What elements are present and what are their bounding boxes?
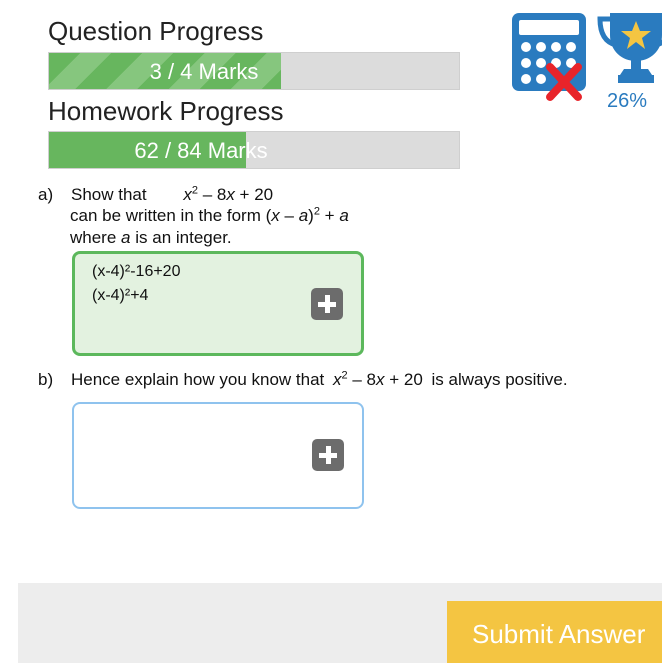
part-a-expression: x2 – 8x + 20 bbox=[183, 184, 274, 204]
calculator-not-allowed-icon bbox=[510, 11, 590, 105]
part-b-text-prefix: Hence explain how you know that bbox=[71, 370, 325, 389]
question-progress-label: 3 / 4 Marks bbox=[149, 59, 259, 84]
part-a-line1-prefix: Show that bbox=[71, 185, 147, 204]
question-progress-title: Question Progress bbox=[48, 16, 264, 46]
part-a-line3-var: a bbox=[121, 228, 131, 247]
part-a-answer-line-2: (x-4)²+4 bbox=[92, 287, 149, 304]
part-a-line3: where a is an integer. bbox=[70, 227, 232, 248]
part-b-label: b) bbox=[38, 370, 54, 389]
homework-progress-bar: 62 / 84 Marks bbox=[48, 131, 460, 169]
part-b-expression: x2 – 8x + 20 bbox=[333, 369, 423, 389]
part-a-line2-prefix: can be written in the form bbox=[70, 206, 261, 225]
part-a-label: a) bbox=[38, 185, 54, 204]
part-b-answer-box[interactable] bbox=[72, 402, 364, 509]
part-a-line3-suffix: is an integer. bbox=[135, 228, 232, 247]
part-a-add-button[interactable] bbox=[311, 288, 343, 320]
part-b-text-suffix: is always positive. bbox=[431, 370, 568, 389]
part-a-form-expression: (x – a)2 + a bbox=[265, 205, 349, 225]
trophy-icon bbox=[596, 11, 662, 86]
trophy-percent: 26% bbox=[607, 90, 648, 112]
homework-progress-label: 62 / 84 Marks bbox=[134, 138, 268, 163]
question-progress-bar: 3 / 4 Marks bbox=[48, 52, 460, 90]
part-b-add-button[interactable] bbox=[312, 439, 344, 471]
part-a-line2: can be written in the form (x – a)2 + a bbox=[70, 205, 349, 226]
submit-answer-button[interactable]: Submit Answer bbox=[447, 601, 662, 663]
part-a-line1: Show that x2 – 8x + 20 bbox=[71, 184, 273, 205]
part-a-line3-prefix: where bbox=[70, 228, 117, 247]
part-a-answer-box[interactable]: (x-4)²-16+20 (x-4)²+4 bbox=[72, 251, 364, 356]
homework-progress-title: Homework Progress bbox=[48, 96, 284, 126]
part-b-question: Hence explain how you know that x2 – 8x … bbox=[71, 369, 568, 390]
part-a-answer-line-1: (x-4)²-16+20 bbox=[92, 263, 181, 280]
